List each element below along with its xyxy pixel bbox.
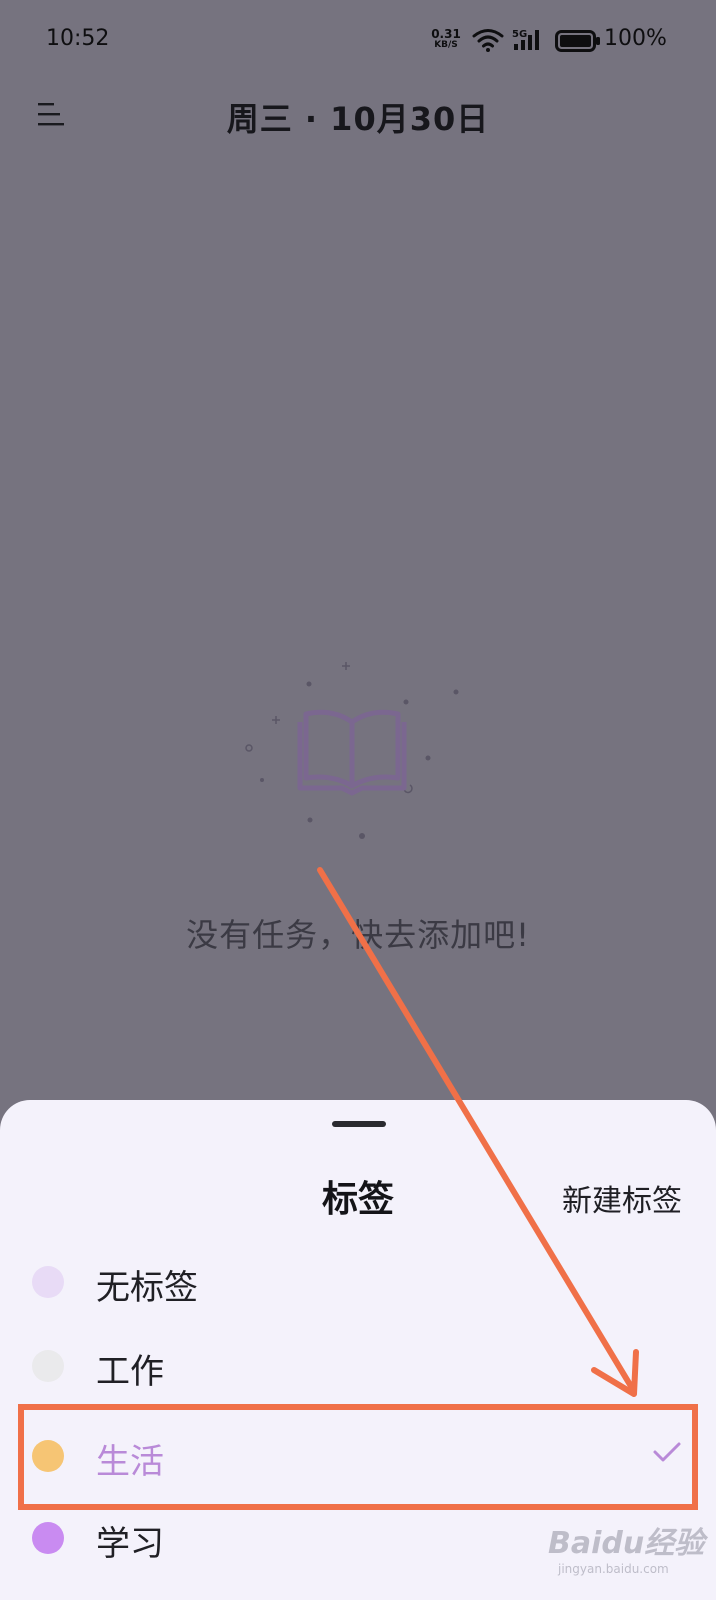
battery-icon <box>555 30 600 52</box>
watermark-url: jingyan.baidu.com <box>558 1562 669 1576</box>
tag-label: 工作 <box>96 1352 164 1392</box>
selection-highlight-box <box>18 1404 698 1510</box>
network-speed-value: 0.31 <box>431 27 461 41</box>
battery-percent: 100% <box>604 26 667 51</box>
network-speed: 0.31 KB/S <box>430 28 462 51</box>
watermark-brand: Baidu经验 <box>548 1526 705 1561</box>
tag-color-dot <box>32 1266 64 1298</box>
tag-label: 无标签 <box>96 1268 198 1308</box>
network-speed-unit: KB/S <box>434 40 458 50</box>
new-tag-button[interactable]: 新建标签 <box>562 1176 682 1220</box>
status-bar: 10:52 0.31 KB/S 5G 100% <box>0 0 716 84</box>
signal-label: 5G <box>512 29 527 40</box>
empty-message: 没有任务，快去添加吧! <box>186 916 530 954</box>
tag-item-work[interactable]: 工作 <box>0 1322 716 1406</box>
wifi-icon <box>472 29 504 52</box>
sheet-drag-handle[interactable] <box>332 1121 386 1127</box>
page-title: 周三 · 10月30日 <box>226 100 490 138</box>
open-book-icon <box>245 662 459 839</box>
tag-color-dot <box>32 1522 64 1554</box>
tag-item-none[interactable]: 无标签 <box>0 1238 716 1322</box>
tag-color-dot <box>32 1350 64 1382</box>
watermark: Baidu经验 jingyan.baidu.com <box>548 1518 704 1576</box>
status-time: 10:52 <box>46 26 110 51</box>
tag-label: 学习 <box>96 1524 164 1564</box>
cellular-signal-icon: 5G <box>512 29 539 50</box>
